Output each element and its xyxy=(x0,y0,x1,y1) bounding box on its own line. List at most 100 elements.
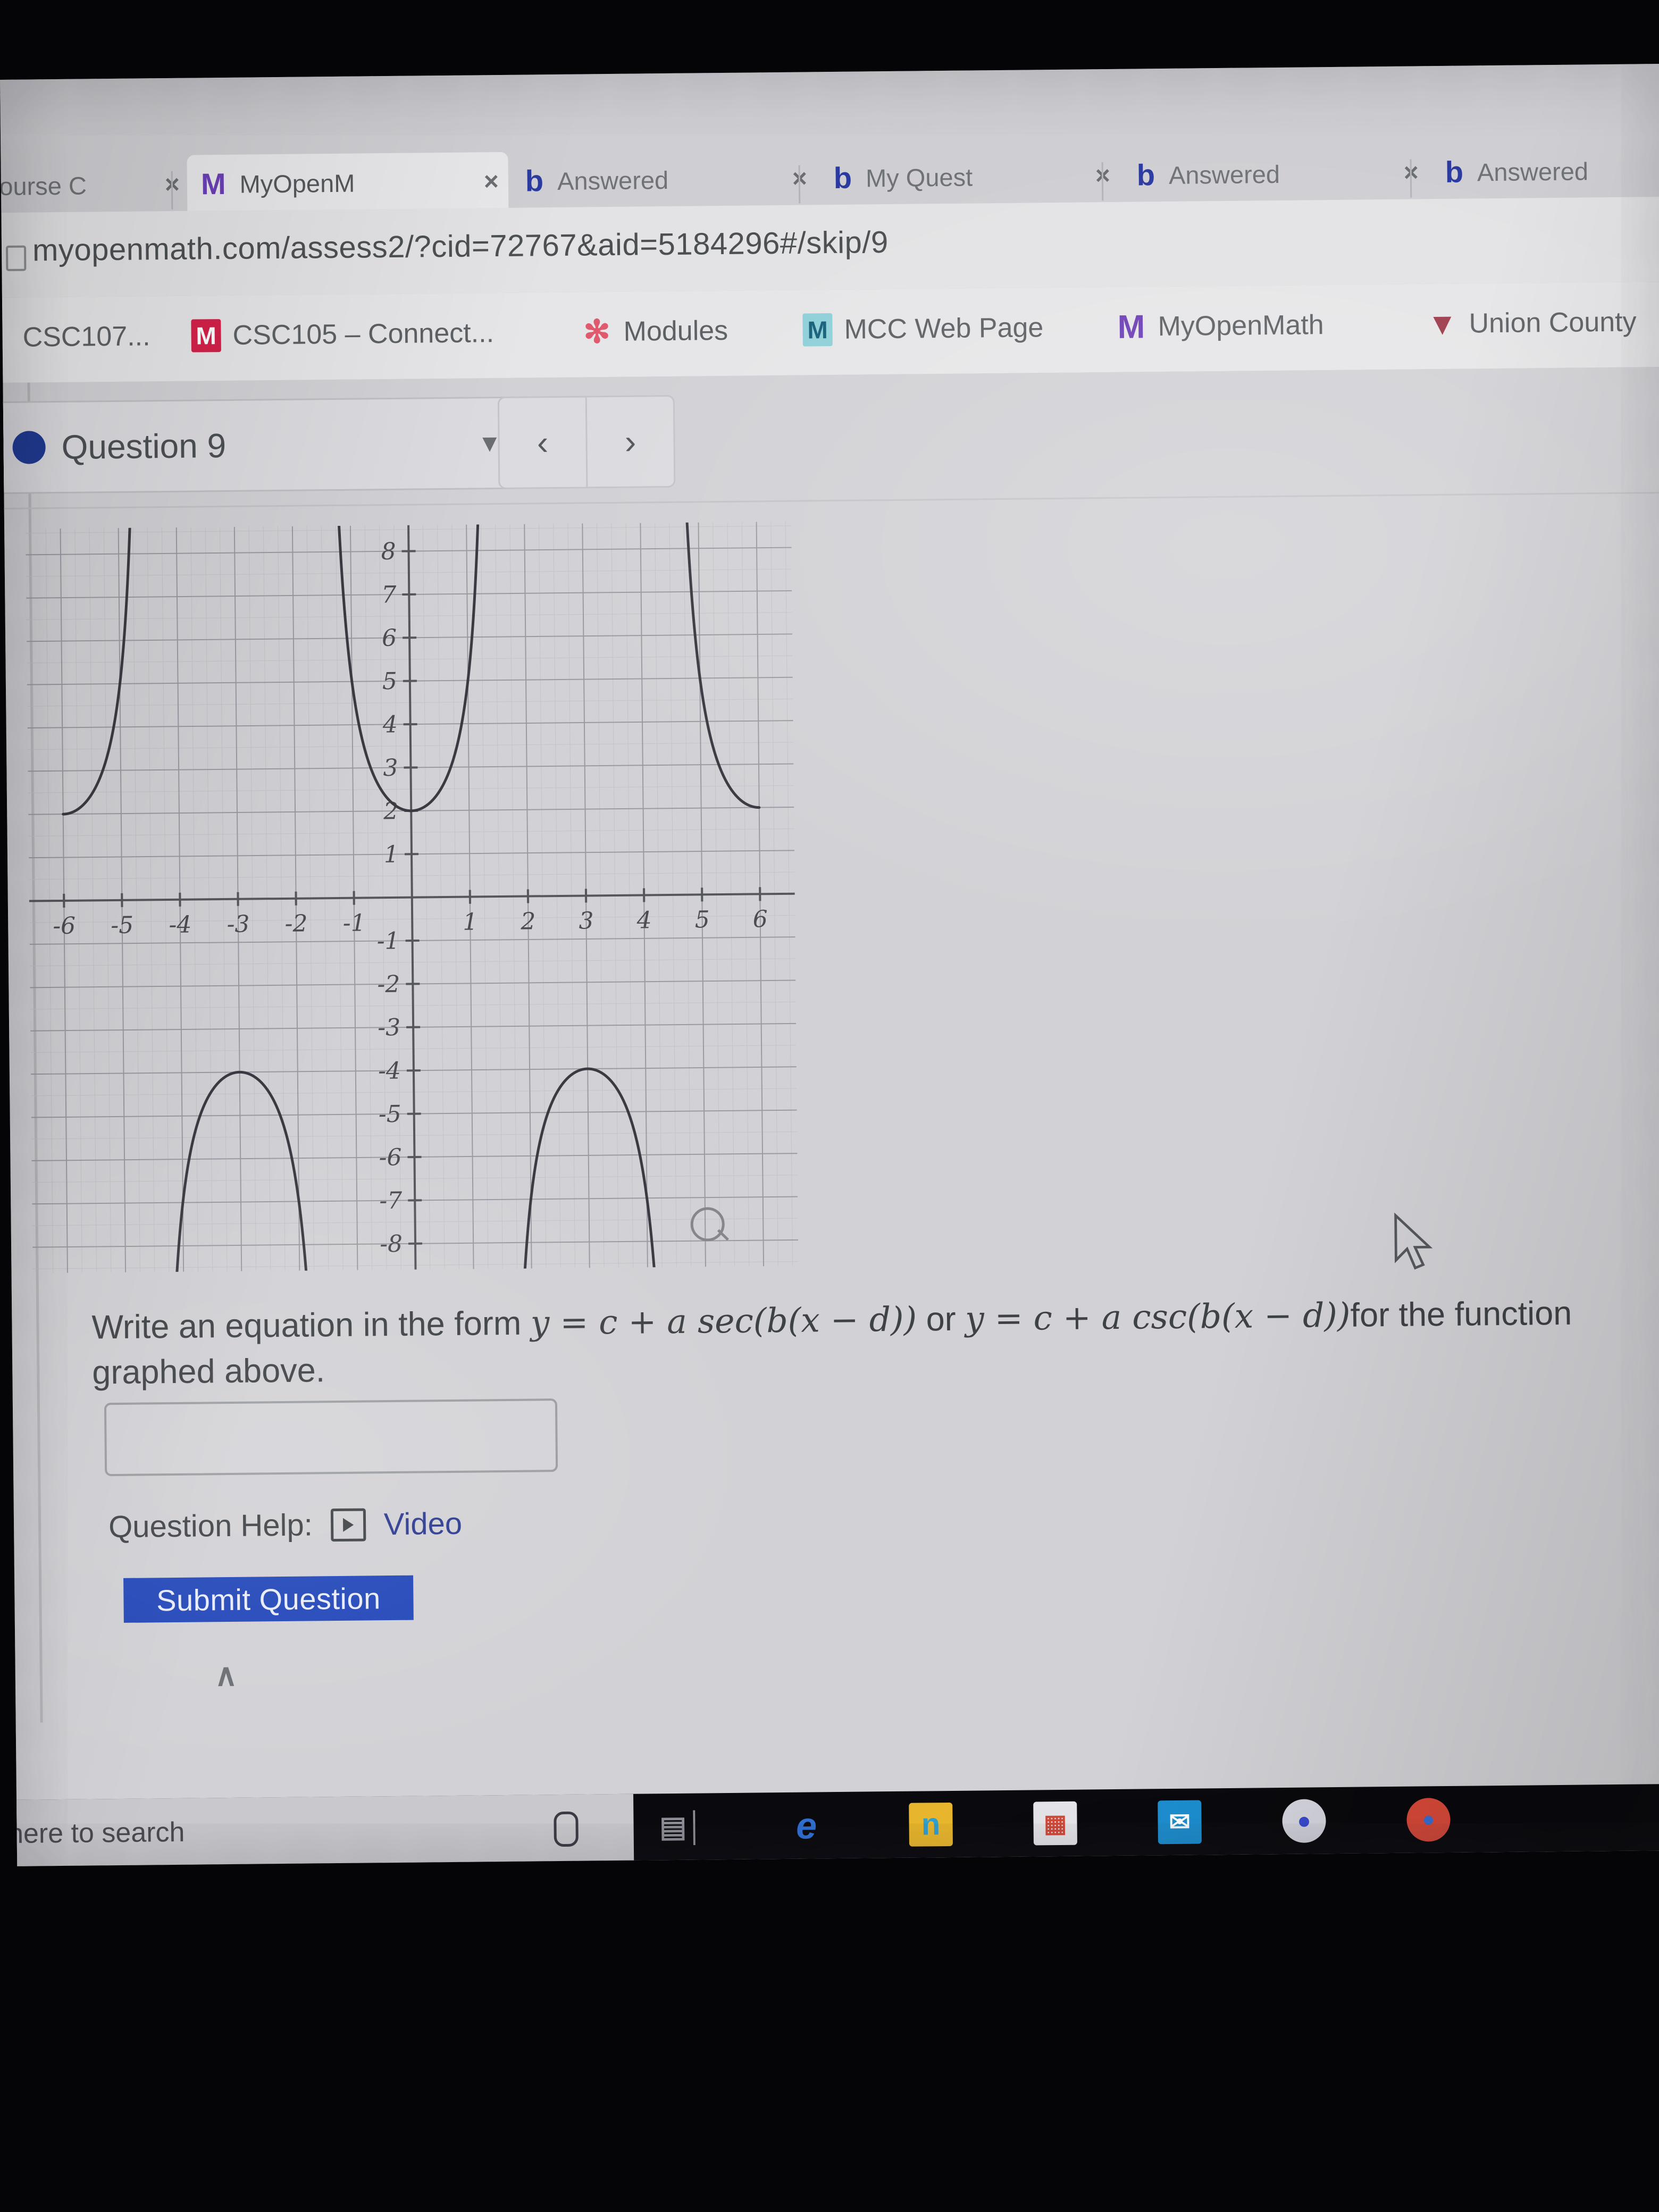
question-selector[interactable]: Question 9 ▼ xyxy=(0,396,522,495)
svg-text:-6: -6 xyxy=(53,912,76,940)
browser-tab-0[interactable]: C Course C × xyxy=(0,155,189,216)
svg-text:2: 2 xyxy=(520,908,535,935)
svg-text:7: 7 xyxy=(381,581,396,608)
answer-input[interactable] xyxy=(104,1398,558,1477)
myopenmath-icon: M xyxy=(200,166,226,201)
function-graph: -6 -5 -4 -3 -2 -1 1 2 3 4 5 6 8 7 6 5 4 3 2 1 -1 -2 -3 -4 -5 -6 -7… xyxy=(26,521,799,1273)
chrome-icon[interactable]: ● xyxy=(1406,1797,1451,1842)
edge-icon[interactable]: e xyxy=(784,1804,828,1848)
bookmark-modules[interactable]: ✻ Modules xyxy=(582,314,728,349)
prompt-text-or: or xyxy=(916,1300,966,1338)
tab-label: My Quest xyxy=(865,162,973,192)
page-title: Question 9 xyxy=(61,426,227,466)
svg-text:1: 1 xyxy=(463,908,477,935)
svg-text:-5: -5 xyxy=(379,1101,401,1128)
bookmark-mcc-web-page[interactable]: M MCC Web Page xyxy=(802,311,1044,347)
prompt-text-1: Write an equation in the form xyxy=(91,1304,531,1346)
task-view-icon[interactable]: ▤│ xyxy=(659,1805,705,1849)
submit-button[interactable]: Submit Question xyxy=(123,1575,414,1623)
monitor-photo: C Course C × M MyOpenM × b Answered × b … xyxy=(0,0,1659,2212)
prompt-equation-csc: y = c + a csc(b(x − d)) xyxy=(965,1295,1351,1338)
tab-label: MyOpenM xyxy=(239,169,355,198)
svg-text:4: 4 xyxy=(382,711,397,738)
magnifier-icon[interactable] xyxy=(690,1207,725,1242)
mouse-cursor xyxy=(1394,1212,1433,1270)
svg-text:-2: -2 xyxy=(377,971,400,998)
svg-text:-2: -2 xyxy=(284,910,307,937)
svg-text:-4: -4 xyxy=(378,1057,401,1084)
chevron-up-icon[interactable]: ∧ xyxy=(214,1657,238,1693)
question-help: Question Help: Video xyxy=(108,1506,463,1545)
svg-text:3: 3 xyxy=(383,755,398,782)
browser-tab-strip: C Course C × M MyOpenM × b Answered × b … xyxy=(0,63,1659,216)
bartleby-icon: b xyxy=(525,164,544,198)
bookmark-union-county[interactable]: ▼ Union County xyxy=(1427,305,1637,341)
svg-text:3: 3 xyxy=(579,907,593,934)
svg-text:-5: -5 xyxy=(111,912,133,939)
browser-tab-3[interactable]: b My Quest × xyxy=(819,146,1120,207)
file-explorer-icon[interactable]: n xyxy=(909,1802,953,1847)
mcgraw-hill-icon: M xyxy=(191,319,221,353)
taskbar-icons: ▤│ e n ▦ ✉ ● ● xyxy=(659,1786,1451,1860)
screen-content: C Course C × M MyOpenM × b Answered × b … xyxy=(0,63,1659,1866)
question-help-label: Question Help: xyxy=(108,1507,313,1545)
svg-text:-3: -3 xyxy=(227,911,249,938)
next-question-button[interactable]: › xyxy=(586,395,676,489)
tab-close-icon[interactable]: × xyxy=(484,167,499,196)
bartleby-icon: b xyxy=(1445,155,1464,189)
browser-tab-4[interactable]: b Answered × xyxy=(1122,143,1428,205)
bookmark-label: Union County xyxy=(1469,306,1637,339)
svg-text:-4: -4 xyxy=(169,911,191,939)
bookmark-csc105-connect[interactable]: M CSC105 – Connect... xyxy=(191,316,495,353)
microphone-icon[interactable] xyxy=(554,1811,579,1847)
bookmark-label: MyOpenMath xyxy=(1158,309,1324,342)
bookmark-csc107[interactable]: CSC107... xyxy=(0,320,150,354)
svg-text:6: 6 xyxy=(382,625,397,652)
question-status-dot xyxy=(12,431,46,464)
bookmark-label: CSC107... xyxy=(22,321,150,353)
svg-text:6: 6 xyxy=(753,906,768,933)
play-icon[interactable] xyxy=(330,1508,366,1541)
tab-label: Answered xyxy=(1168,160,1280,189)
svg-text:5: 5 xyxy=(694,906,709,933)
assessment-page: Question 9 ▼ ‹ › -6 -5 -4 -3 -2 -1 1 2 3 4 5 6 8 7 6 5 4… xyxy=(0,366,1659,1819)
mail-icon[interactable]: ✉ xyxy=(1158,1799,1202,1844)
bookmark-myopenmath[interactable]: M MyOpenMath xyxy=(1116,308,1324,346)
tab-label: Answered xyxy=(557,165,669,195)
office-icon[interactable]: ● xyxy=(1282,1798,1326,1843)
svg-text:-6: -6 xyxy=(379,1144,401,1171)
graph-svg[interactable]: -6 -5 -4 -3 -2 -1 1 2 3 4 5 687654321-1-2-3-4-5-6-7… xyxy=(26,521,799,1273)
site-info-icon[interactable] xyxy=(5,245,27,271)
question-nav: ‹ › xyxy=(497,395,676,490)
address-bar-row: myopenmath.com/assess2/?cid=72767&aid=51… xyxy=(1,196,1659,298)
union-county-shield-icon: ▼ xyxy=(1427,306,1458,341)
microsoft-store-icon[interactable]: ▦ xyxy=(1033,1801,1077,1845)
mcc-icon: M xyxy=(802,313,833,347)
svg-text:-1: -1 xyxy=(376,927,399,954)
tab-label: Answered xyxy=(1477,156,1589,186)
browser-tab-5[interactable]: b Answered xyxy=(1431,140,1659,202)
taskbar-search-box[interactable]: e here to search xyxy=(0,1794,634,1866)
svg-text:8: 8 xyxy=(381,538,396,565)
svg-text:1: 1 xyxy=(384,841,399,868)
previous-question-button[interactable]: ‹ xyxy=(497,396,588,490)
bookmarks-bar: CSC107... M CSC105 – Connect... ✻ Module… xyxy=(0,281,1659,383)
bookmark-label: MCC Web Page xyxy=(844,312,1044,345)
svg-text:4: 4 xyxy=(636,907,651,934)
generic-bookmark-icon xyxy=(0,321,11,355)
tab-label: Course C xyxy=(0,171,87,200)
header-divider xyxy=(0,491,1659,510)
bookmark-label: CSC105 – Connect... xyxy=(232,317,495,351)
browser-tab-2[interactable]: b Answered × xyxy=(511,149,817,211)
bookmark-label: Modules xyxy=(623,315,728,347)
address-bar-input[interactable]: myopenmath.com/assess2/?cid=72767&aid=51… xyxy=(32,224,889,268)
svg-text:5: 5 xyxy=(382,668,397,695)
browser-tab-1[interactable]: M MyOpenM × xyxy=(187,152,509,214)
svg-text:-3: -3 xyxy=(378,1014,400,1041)
question-prompt: Write an equation in the form y = c + a … xyxy=(91,1289,1656,1395)
bartleby-icon: b xyxy=(1136,158,1155,192)
search-input[interactable]: e here to search xyxy=(0,1816,185,1850)
myopenmath-icon: M xyxy=(1117,308,1145,346)
video-link[interactable]: Video xyxy=(383,1506,462,1542)
prompt-equation-sec: y = c + a sec(b(x − d)) xyxy=(530,1300,917,1343)
